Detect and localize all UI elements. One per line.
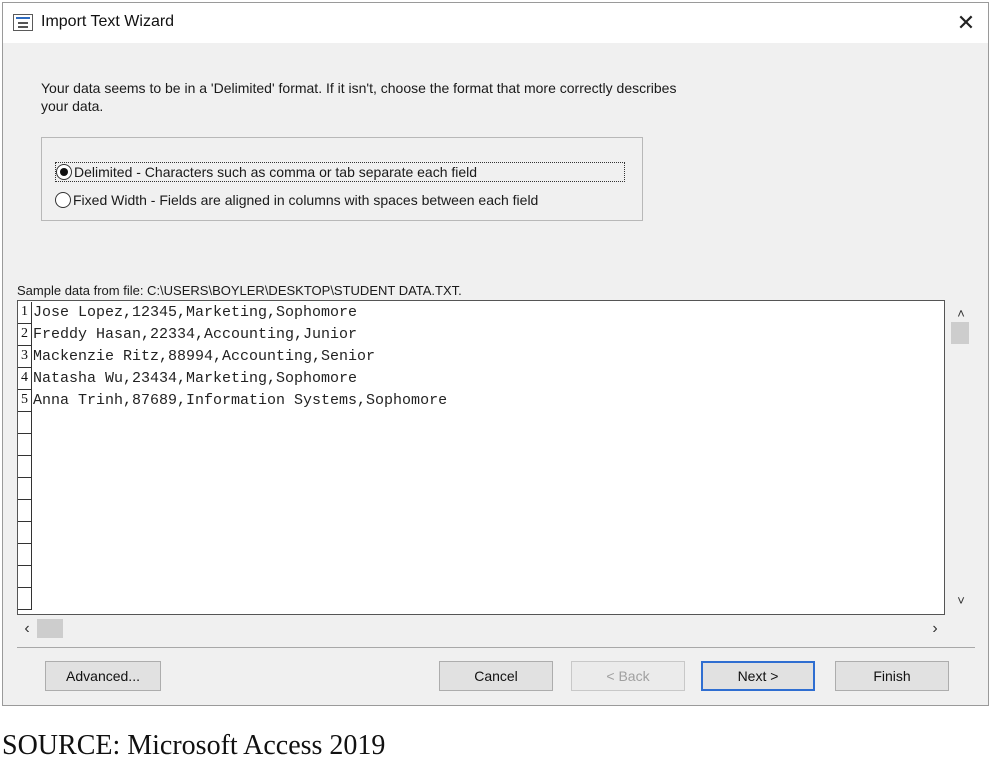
table-row [18, 456, 944, 478]
scroll-right-icon[interactable]: › [925, 617, 945, 641]
button-divider [17, 647, 975, 648]
table-row [18, 500, 944, 522]
sample-data-preview[interactable]: 1 Jose Lopez,12345,Marketing,Sophomore 2 Fr… [17, 300, 945, 615]
row-number [18, 566, 32, 588]
row-number [18, 544, 32, 566]
row-text: Freddy Hasan,22334,Accounting,Junior [33, 326, 358, 343]
next-button[interactable]: Next > [701, 661, 815, 691]
row-number [18, 456, 32, 478]
vertical-scroll-thumb[interactable] [951, 322, 969, 344]
row-number: 1 [18, 302, 32, 324]
delimited-label: Delimited - Characters such as comma or … [74, 164, 478, 180]
delimited-option[interactable]: Delimited - Characters such as comma or … [55, 162, 625, 182]
title-bar: Import Text Wizard ✕ [3, 3, 988, 43]
row-number: 4 [18, 368, 32, 390]
table-row [18, 412, 944, 434]
finish-button[interactable]: Finish [835, 661, 949, 691]
import-text-wizard-icon [13, 14, 33, 31]
table-row: 5 Anna Trinh,87689,Information Systems,So… [18, 390, 944, 412]
cancel-button[interactable]: Cancel [439, 661, 553, 691]
close-icon[interactable]: ✕ [952, 9, 980, 37]
row-text: Natasha Wu,23434,Marketing,Sophomore [33, 370, 358, 387]
format-option-group: Delimited - Characters such as comma or … [41, 137, 643, 221]
vertical-scrollbar[interactable]: ˄ ˅ [947, 300, 975, 615]
import-text-wizard-dialog: Import Text Wizard ✕ Your data seems to … [2, 2, 989, 706]
table-row [18, 588, 944, 610]
window-title: Import Text Wizard [41, 13, 175, 30]
row-number: 3 [18, 346, 32, 368]
table-row: 1 Jose Lopez,12345,Marketing,Sophomore [18, 302, 944, 324]
row-number [18, 522, 32, 544]
table-row [18, 522, 944, 544]
table-row: 2 Freddy Hasan,22334,Accounting,Junior [18, 324, 944, 346]
row-number [18, 434, 32, 456]
table-row [18, 434, 944, 456]
source-caption: SOURCE: Microsoft Access 2019 [2, 730, 386, 761]
row-number [18, 412, 32, 434]
intro-text: Your data seems to be in a 'Delimited' f… [41, 80, 677, 114]
delimited-radio[interactable] [56, 164, 72, 180]
scroll-down-icon[interactable]: ˅ [947, 591, 975, 611]
row-number: 2 [18, 324, 32, 346]
sample-data-label: Sample data from file: C:\USERS\BOYLER\D… [17, 283, 462, 298]
table-row [18, 478, 944, 500]
scroll-up-icon[interactable]: ˄ [947, 304, 975, 324]
table-row [18, 566, 944, 588]
horizontal-scrollbar[interactable]: ‹ › [17, 617, 945, 641]
back-button[interactable]: < Back [571, 661, 685, 691]
table-row [18, 544, 944, 566]
fixed-width-radio[interactable] [55, 192, 71, 208]
scroll-left-icon[interactable]: ‹ [17, 617, 37, 641]
horizontal-scroll-thumb[interactable] [37, 619, 63, 638]
row-text: Jose Lopez,12345,Marketing,Sophomore [33, 304, 358, 321]
row-number [18, 500, 32, 522]
fixed-width-option[interactable]: Fixed Width - Fields are aligned in colu… [55, 190, 538, 210]
table-row: 4 Natasha Wu,23434,Marketing,Sophomore [18, 368, 944, 390]
table-row: 3 Mackenzie Ritz,88994,Accounting,Senior [18, 346, 944, 368]
fixed-width-label: Fixed Width - Fields are aligned in colu… [73, 192, 539, 208]
row-number: 5 [18, 390, 32, 412]
advanced-button[interactable]: Advanced... [45, 661, 161, 691]
row-text: Mackenzie Ritz,88994,Accounting,Senior [33, 348, 376, 365]
row-text: Anna Trinh,87689,Information Systems,Sop… [33, 392, 448, 409]
row-number [18, 588, 32, 610]
row-number [18, 478, 32, 500]
